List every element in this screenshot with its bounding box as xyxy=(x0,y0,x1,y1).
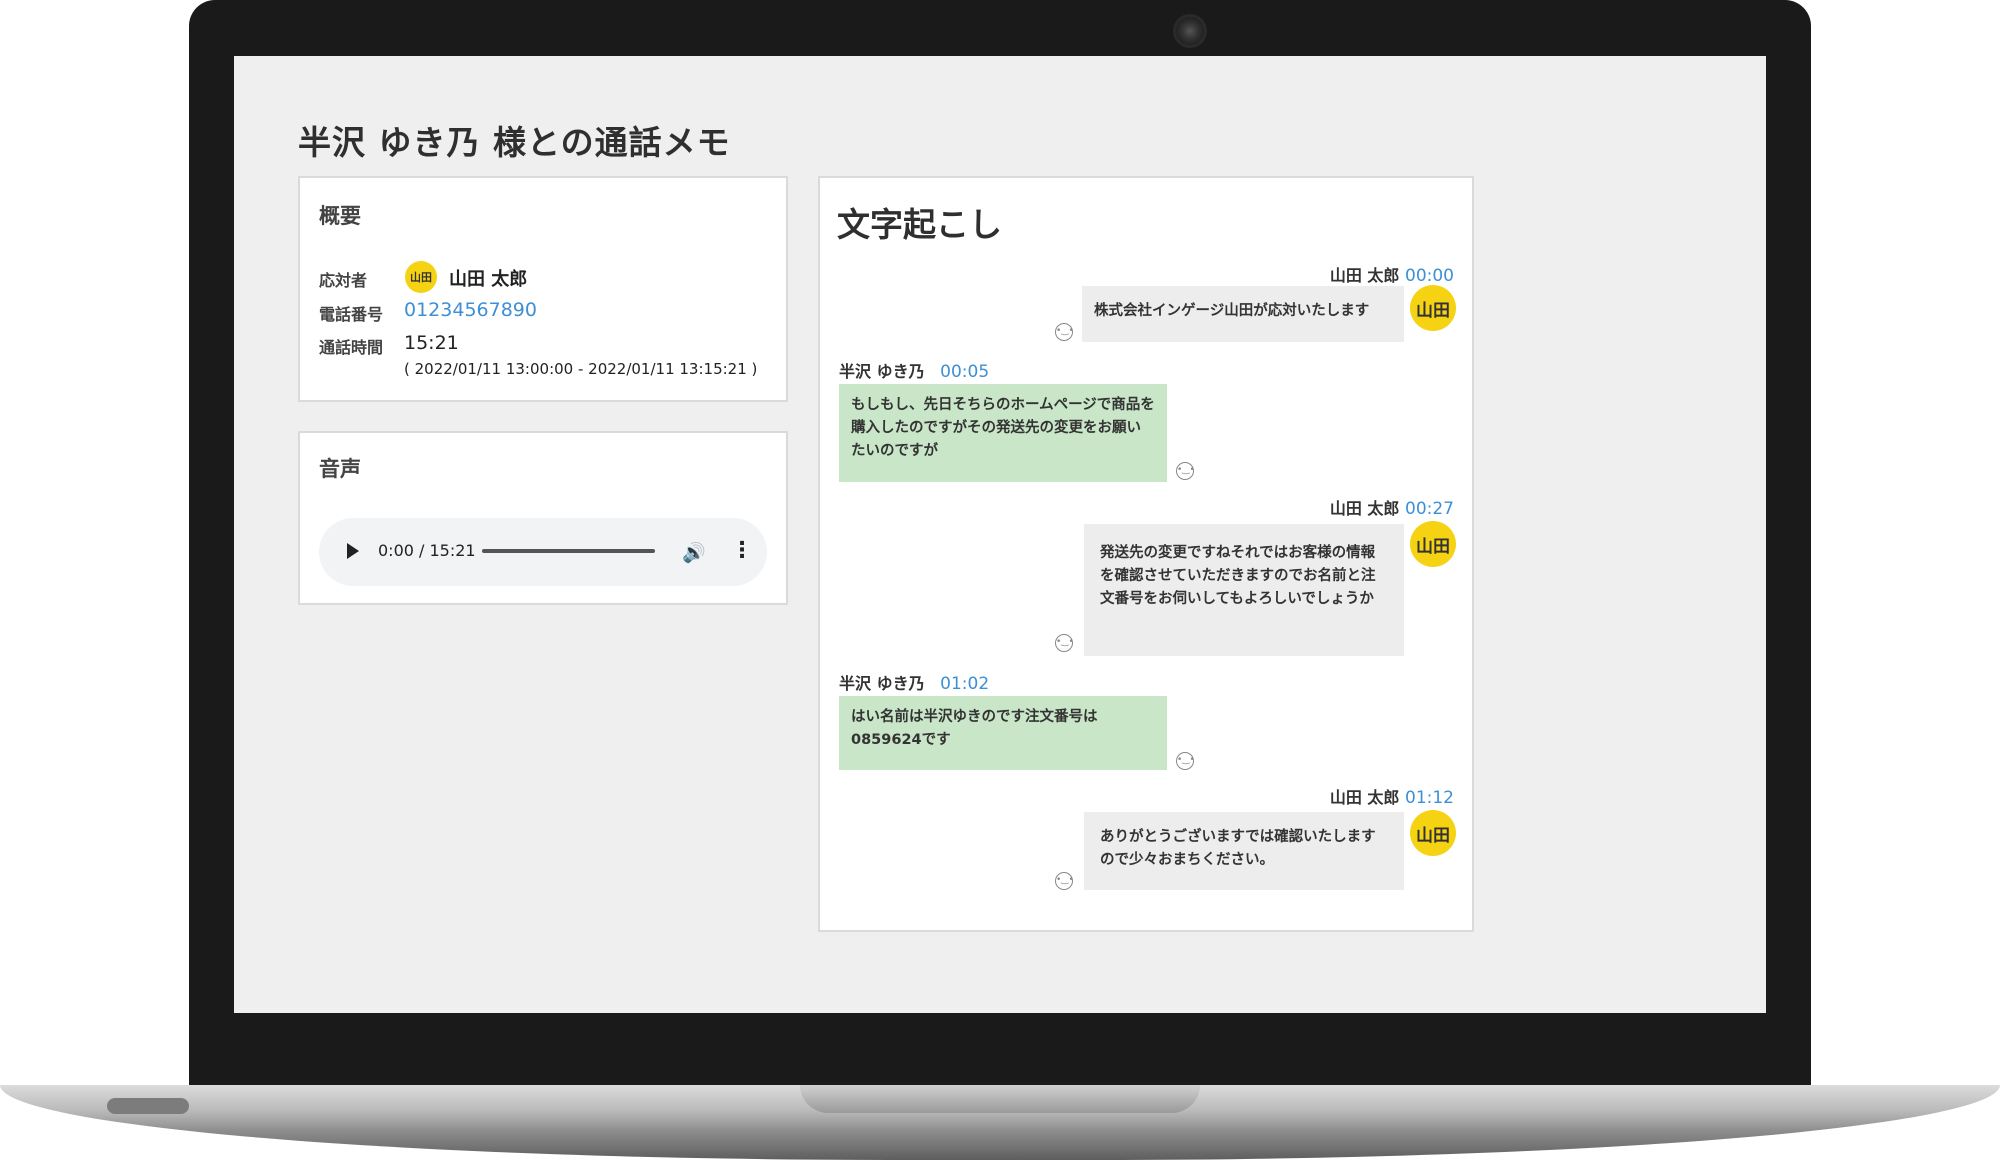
responder-label: 応対者 xyxy=(319,271,368,290)
duration-value: 15:21 xyxy=(404,332,459,354)
message-speaker: 山田 太郎 00:00 xyxy=(1330,262,1454,286)
laptop-foot xyxy=(107,1098,189,1114)
responder-name: 山田 太郎 xyxy=(449,269,528,290)
message-bubble: 発送先の変更ですねそれではお客様の情報を確認させていただきますのでお名前と注文番… xyxy=(1084,524,1404,656)
phone-label: 電話番号 xyxy=(319,305,384,324)
message-bubble: 株式会社インゲージ山田が応対いたします xyxy=(1082,286,1404,342)
avatar: 山田 xyxy=(1410,521,1456,567)
speaker-name: 半沢 ゆき乃 xyxy=(839,674,925,693)
timestamp-link[interactable]: 01:02 xyxy=(940,674,989,694)
sentiment-neutral-icon: •‿• xyxy=(1055,323,1074,341)
audio-seek-bar[interactable] xyxy=(482,549,655,553)
screen: 半沢 ゆき乃 様との通話メモ 概要 応対者 山田 山田 太郎 電話番号 0123… xyxy=(234,56,1766,1013)
camera-icon xyxy=(1173,14,1207,48)
avatar: 山田 xyxy=(1410,285,1456,331)
play-icon[interactable] xyxy=(347,543,359,559)
speaker-name: 山田 太郎 xyxy=(1329,788,1400,807)
timestamp-link[interactable]: 01:12 xyxy=(1405,788,1454,808)
audio-title: 音声 xyxy=(319,457,361,481)
message-speaker: 半沢 ゆき乃 01:02 xyxy=(839,670,989,694)
message-bubble: ありがとうございますでは確認いたしますので少々おまちください。 xyxy=(1084,812,1404,890)
volume-icon[interactable]: 🔊 xyxy=(682,541,706,564)
speaker-name: 半沢 ゆき乃 xyxy=(839,362,925,381)
message-bubble: はい名前は半沢ゆきのです注文番号は0859624です xyxy=(839,696,1167,770)
avatar: 山田 xyxy=(405,261,437,293)
audio-player: 0:00 / 15:21 🔊 ⋮ xyxy=(319,518,767,586)
speaker-name: 山田 太郎 xyxy=(1329,499,1400,518)
message-speaker: 半沢 ゆき乃 00:05 xyxy=(839,358,989,382)
avatar: 山田 xyxy=(1410,810,1456,856)
duration-range: ( 2022/01/11 13:00:00 - 2022/01/11 13:15… xyxy=(404,360,758,378)
timestamp-link[interactable]: 00:27 xyxy=(1405,499,1454,519)
audio-time: 0:00 / 15:21 xyxy=(378,541,476,560)
sentiment-neutral-icon: •‿• xyxy=(1055,634,1074,652)
page-title: 半沢 ゆき乃 様との通話メモ xyxy=(298,123,731,162)
message-bubble: もしもし、先日そちらのホームページで商品を購入したのですがその発送先の変更をお願… xyxy=(839,384,1167,482)
summary-title: 概要 xyxy=(319,204,361,228)
audio-card: 音声 0:00 / 15:21 🔊 ⋮ xyxy=(298,431,788,605)
phone-link[interactable]: 01234567890 xyxy=(404,299,537,321)
speaker-name: 山田 太郎 xyxy=(1329,266,1400,285)
more-vert-icon[interactable]: ⋮ xyxy=(731,538,753,563)
summary-card: 概要 応対者 山田 山田 太郎 電話番号 01234567890 通話時間 15… xyxy=(298,176,788,402)
message-speaker: 山田 太郎 00:27 xyxy=(1330,495,1454,519)
transcript-title: 文字起こし xyxy=(837,205,1002,244)
timestamp-link[interactable]: 00:00 xyxy=(1405,266,1454,286)
message-speaker: 山田 太郎 01:12 xyxy=(1330,784,1454,808)
duration-label: 通話時間 xyxy=(319,338,384,357)
sentiment-neutral-icon: •‿• xyxy=(1176,462,1195,480)
timestamp-link[interactable]: 00:05 xyxy=(940,362,989,382)
sentiment-neutral-icon: •‿• xyxy=(1055,872,1074,890)
laptop-notch xyxy=(800,1085,1200,1113)
sentiment-neutral-icon: •‿• xyxy=(1176,752,1195,770)
transcript-card: 文字起こし 山田 太郎 00:00 株式会社インゲージ山田が応対いたします 山田… xyxy=(818,176,1474,932)
